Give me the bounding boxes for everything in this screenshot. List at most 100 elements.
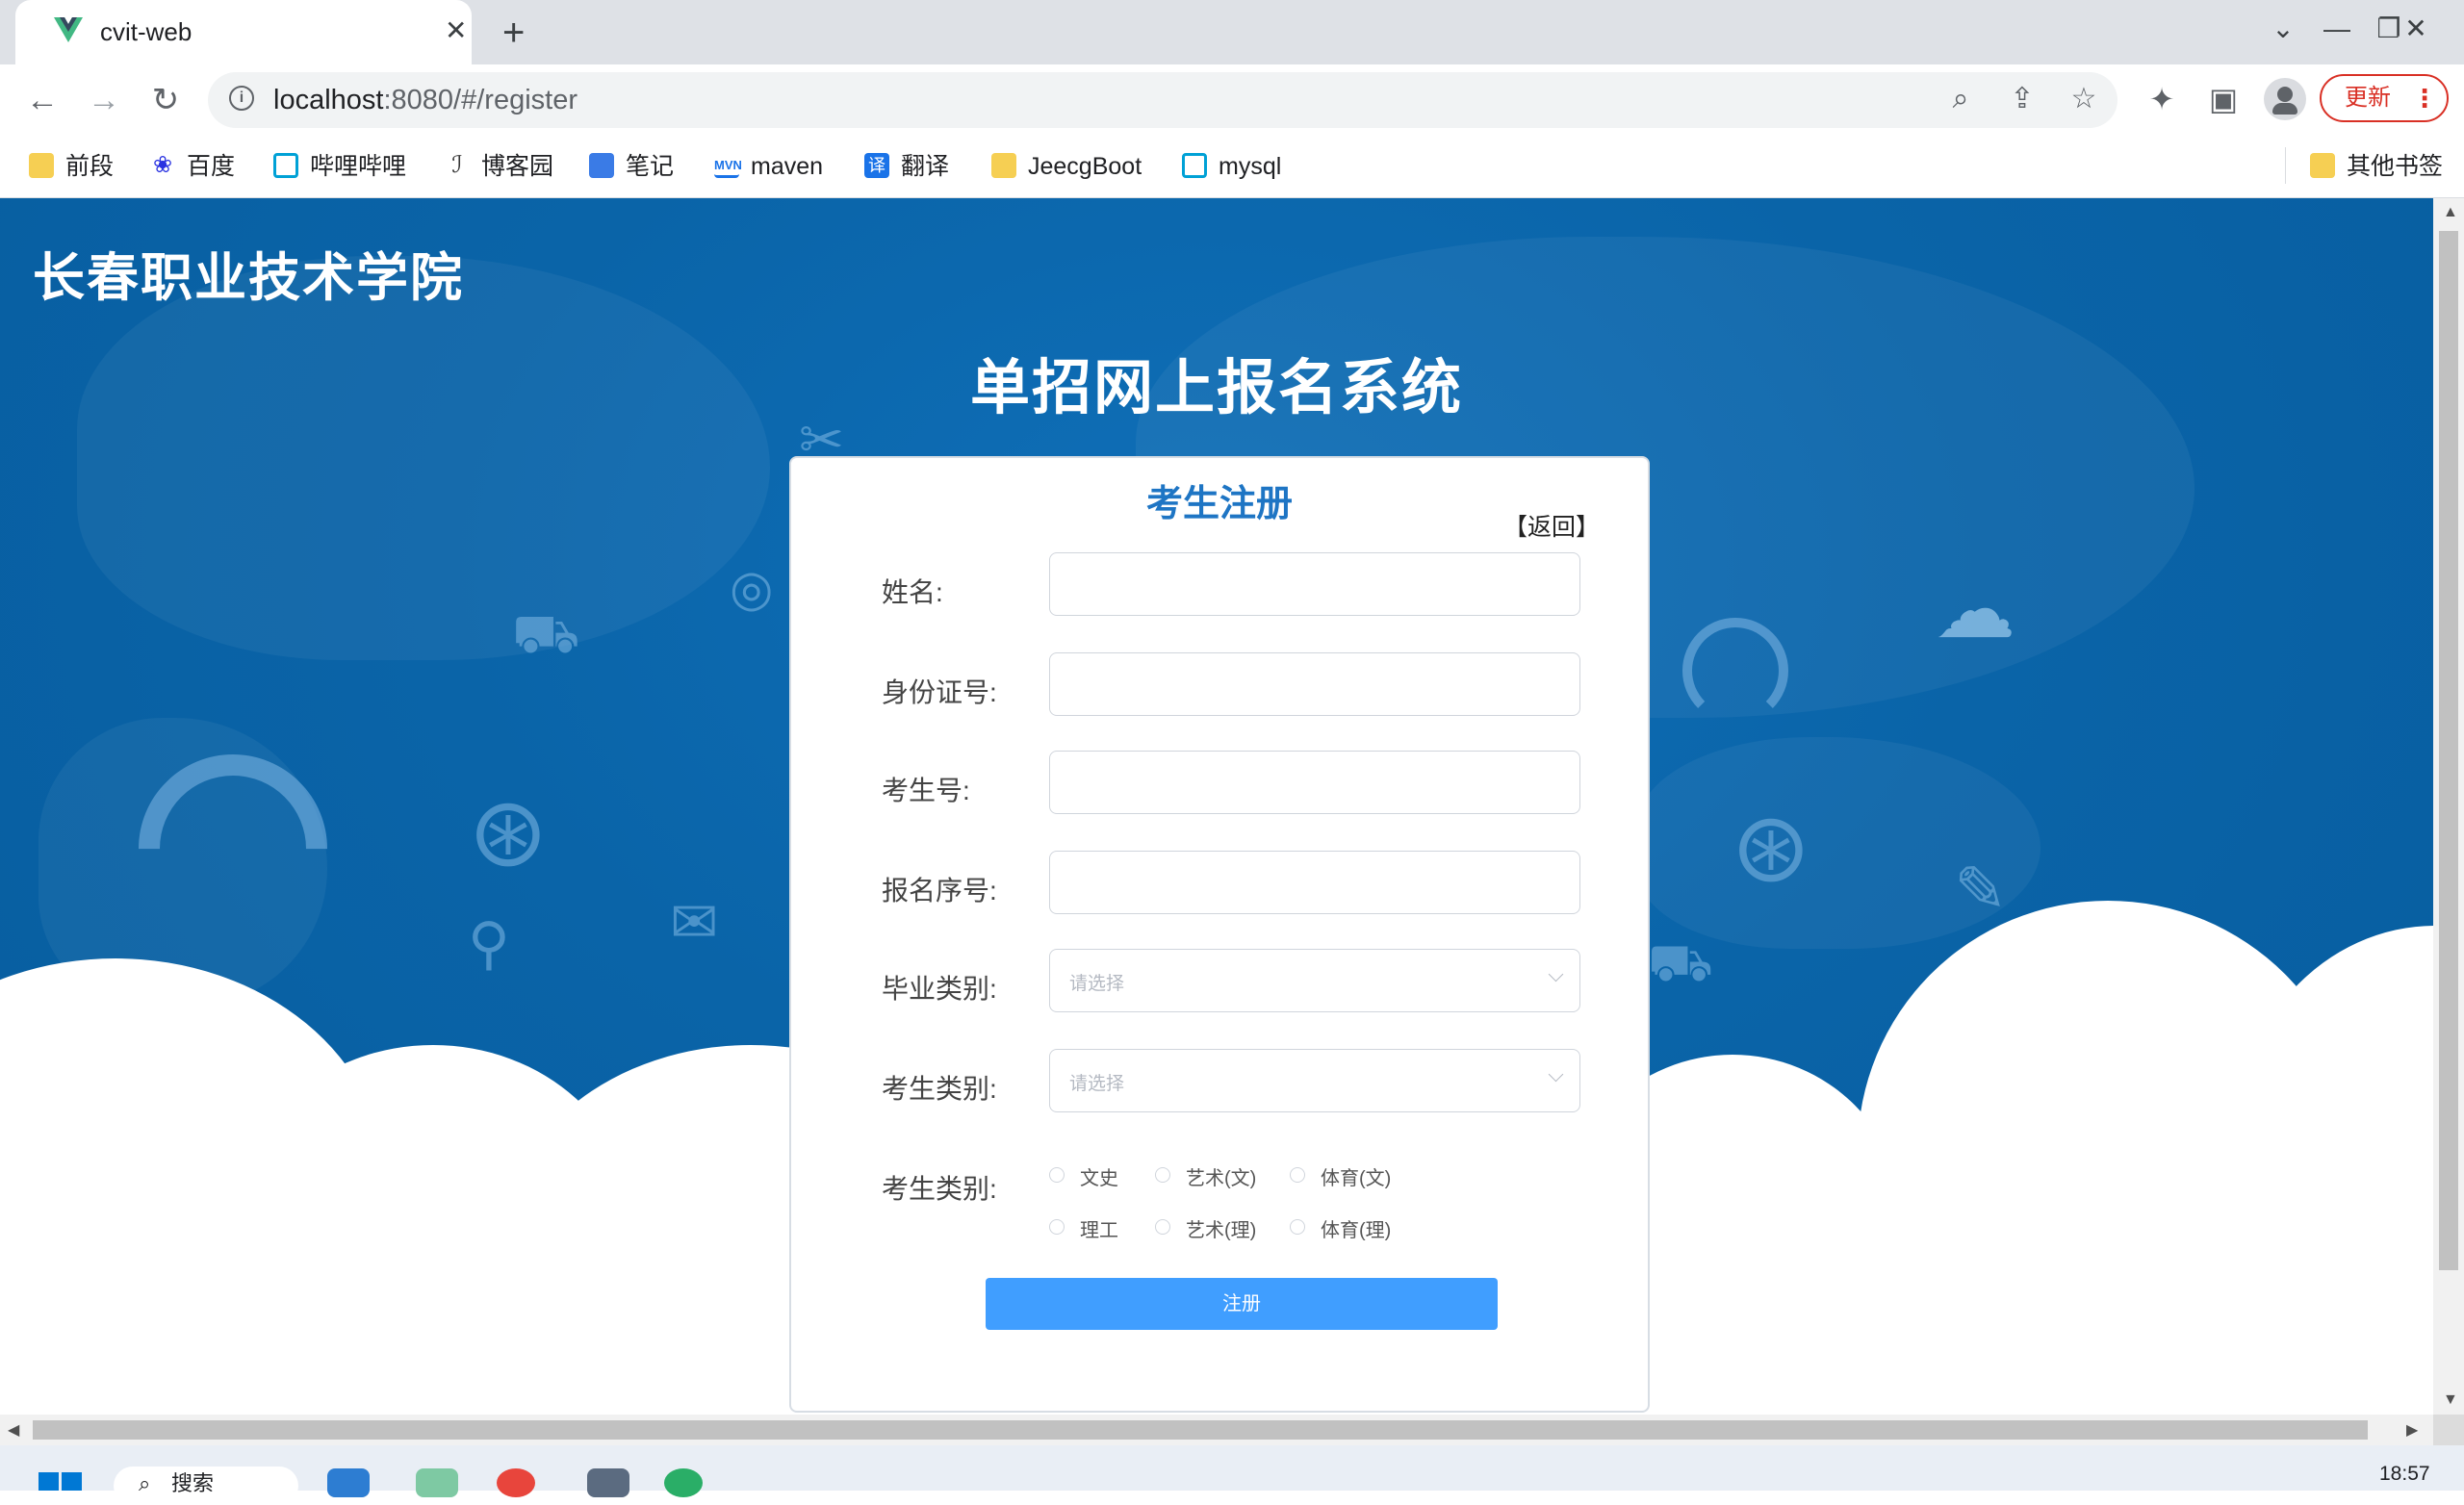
new-tab-icon[interactable]: + bbox=[502, 12, 525, 54]
school-name: 长春职业技术学院 bbox=[33, 249, 464, 307]
id-card-input[interactable] bbox=[1049, 652, 1580, 716]
taskbar-search[interactable]: ⌕ 搜索 bbox=[114, 1467, 298, 1505]
horizontal-scroll-thumb[interactable] bbox=[33, 1420, 2368, 1440]
site-info-icon[interactable]: i bbox=[229, 86, 254, 111]
menu-dots-icon: ⋮ bbox=[2412, 84, 2437, 113]
bookmarks-bar: 前段 ❀ 百度 哔哩哔哩 ℐ 博客园 笔记 MVN maven 译翻译 JeecgBo… bbox=[0, 136, 2464, 198]
bookmark-bilibili[interactable]: 哔哩哔哩 bbox=[273, 149, 406, 184]
bookmark-separator bbox=[2285, 147, 2286, 184]
side-panel-icon[interactable]: ▣ bbox=[2204, 82, 2243, 116]
vue-logo-icon bbox=[54, 17, 83, 42]
bookmark-other[interactable]: 其他书签 bbox=[2310, 149, 2443, 184]
scroll-right-arrow-icon[interactable]: ▶ bbox=[2406, 1420, 2418, 1440]
os-taskbar: ⌕ 搜索 18:57 bbox=[0, 1445, 2464, 1505]
search-icon: ⌕ bbox=[139, 1471, 151, 1495]
radio-circle bbox=[1049, 1167, 1065, 1183]
baidu-paw-icon: ❀ bbox=[152, 152, 173, 179]
profile-avatar[interactable] bbox=[2264, 78, 2306, 120]
radio-circle bbox=[1155, 1219, 1170, 1235]
bookmark-notes[interactable]: 笔记 bbox=[589, 149, 674, 184]
bookmark-cnblogs[interactable]: ℐ 博客园 bbox=[445, 149, 553, 184]
exam-type-label: 考生类别: bbox=[882, 1074, 997, 1104]
address-bar[interactable]: i localhost:8080/#/register ⌕ ⇪ ☆ bbox=[208, 72, 2118, 128]
wheel-icon: ⊛ bbox=[468, 778, 549, 886]
speedometer-icon bbox=[1682, 618, 1788, 724]
name-input[interactable] bbox=[1049, 552, 1580, 616]
share-icon[interactable]: ⇪ bbox=[2004, 83, 2040, 115]
exam-type-placeholder: 请选择 bbox=[1069, 1074, 1125, 1094]
clock: 18:57 bbox=[2379, 1463, 2430, 1485]
close-tab-icon[interactable]: ✕ bbox=[445, 15, 467, 46]
windows-start-icon[interactable] bbox=[38, 1472, 83, 1491]
minimize-icon[interactable]: — bbox=[2318, 13, 2356, 44]
cnblogs-icon: ℐ bbox=[451, 152, 463, 179]
tab-strip: cvit-web ✕ + ⌄ — ❐ ✕ bbox=[0, 0, 2464, 64]
extensions-puzzle-icon[interactable]: ✦ bbox=[2143, 82, 2181, 116]
exam-type-select[interactable]: 请选择 bbox=[1049, 1049, 1580, 1112]
register-button[interactable]: 注册 bbox=[986, 1278, 1498, 1330]
bookmark-star-icon[interactable]: ☆ bbox=[2066, 83, 2102, 115]
note-pen-icon bbox=[589, 153, 614, 179]
vue-app-icon[interactable] bbox=[416, 1468, 458, 1497]
bookmark-mysql[interactable]: mysql bbox=[1182, 149, 1281, 184]
tab-title: cvit-web bbox=[100, 17, 192, 46]
subject-type-label: 考生类别: bbox=[882, 1174, 997, 1204]
cloud-upload-icon: ☁ bbox=[1935, 564, 2015, 654]
folder-icon bbox=[29, 153, 54, 179]
back-arrow-icon[interactable]: ← bbox=[23, 82, 62, 118]
reg-no-input[interactable] bbox=[1049, 851, 1580, 914]
grad-type-placeholder: 请选择 bbox=[1069, 974, 1125, 994]
envelope-icon: ✉ bbox=[670, 890, 719, 955]
bilibili-tv-icon bbox=[1182, 153, 1207, 179]
bookmark-maven[interactable]: MVN maven bbox=[714, 149, 823, 184]
update-button[interactable]: 更新 ⋮ bbox=[2320, 74, 2449, 122]
webstorm-icon[interactable] bbox=[327, 1468, 370, 1497]
forward-arrow-icon[interactable]: → bbox=[85, 82, 123, 118]
browser-tab[interactable]: cvit-web ✕ bbox=[15, 0, 472, 64]
reload-icon[interactable]: ↻ bbox=[146, 82, 185, 118]
back-link[interactable]: 【返回】 bbox=[1503, 508, 1600, 543]
scroll-up-arrow-icon[interactable]: ▲ bbox=[2443, 204, 2458, 221]
folder-icon bbox=[991, 153, 1016, 179]
calculator-icon[interactable] bbox=[587, 1468, 629, 1497]
radio-circle bbox=[1290, 1167, 1305, 1183]
wheel-icon: ⊛ bbox=[1731, 794, 1811, 902]
mvn-icon: MVN bbox=[714, 153, 742, 179]
globe-icon: ◎ bbox=[730, 561, 774, 617]
chevron-down-icon bbox=[1548, 1066, 1564, 1083]
horizontal-scrollbar[interactable]: ◀ ▶ bbox=[0, 1415, 2433, 1445]
register-card: 考生注册 【返回】 姓名: 身份证号: 考生号: 报名序号: 毕业类别: 请选择… bbox=[789, 456, 1650, 1413]
exam-no-input[interactable] bbox=[1049, 751, 1580, 814]
car-icon: ⛟ bbox=[1648, 934, 1713, 992]
bookmark-jeecgboot[interactable]: JeecgBoot bbox=[991, 149, 1142, 184]
bookmark-baidu[interactable]: ❀ 百度 bbox=[150, 149, 235, 184]
chevron-down-icon bbox=[1548, 966, 1564, 982]
close-window-icon[interactable]: ✕ bbox=[2397, 13, 2435, 44]
joystick-icon: ⚲ bbox=[468, 911, 510, 976]
radio-circle bbox=[1049, 1219, 1065, 1235]
grad-type-select[interactable]: 请选择 bbox=[1049, 949, 1580, 1012]
name-label: 姓名: bbox=[882, 577, 943, 607]
vertical-scroll-thumb[interactable] bbox=[2439, 231, 2458, 1270]
translate-icon: 译 bbox=[864, 153, 889, 179]
bookmark-translate[interactable]: 译翻译 bbox=[864, 149, 949, 184]
car-icon: ⛟ bbox=[512, 603, 580, 664]
system-title: 单招网上报名系统 bbox=[969, 355, 1463, 421]
wechat-icon[interactable] bbox=[664, 1468, 703, 1497]
folder-icon bbox=[2310, 153, 2335, 179]
zoom-icon[interactable]: ⌕ bbox=[1942, 83, 1979, 115]
bilibili-tv-icon bbox=[273, 153, 298, 179]
url-text[interactable]: localhost:8080/#/register bbox=[273, 85, 578, 116]
grad-type-label: 毕业类别: bbox=[882, 974, 997, 1004]
scroll-left-arrow-icon[interactable]: ◀ bbox=[8, 1420, 19, 1440]
reg-no-label: 报名序号: bbox=[882, 876, 997, 906]
bookmark-qianduan[interactable]: 前段 bbox=[29, 149, 114, 184]
chrome-icon[interactable] bbox=[497, 1468, 535, 1497]
scrollbar-corner bbox=[2433, 1415, 2464, 1445]
tab-search-chevron-icon[interactable]: ⌄ bbox=[2264, 13, 2302, 44]
scroll-down-arrow-icon[interactable]: ▼ bbox=[2443, 1391, 2458, 1409]
vertical-scrollbar[interactable]: ▲ ▼ bbox=[2433, 198, 2464, 1415]
register-page: ✂ ◎ ⛟ ⊛ ✉ ⚲ ☁ ⊛ ✎ ⛟ 长春职业技术学院 单招网上报名系统 考生… bbox=[0, 198, 2433, 1415]
radio-circle bbox=[1155, 1167, 1170, 1183]
id-card-label: 身份证号: bbox=[882, 677, 997, 707]
